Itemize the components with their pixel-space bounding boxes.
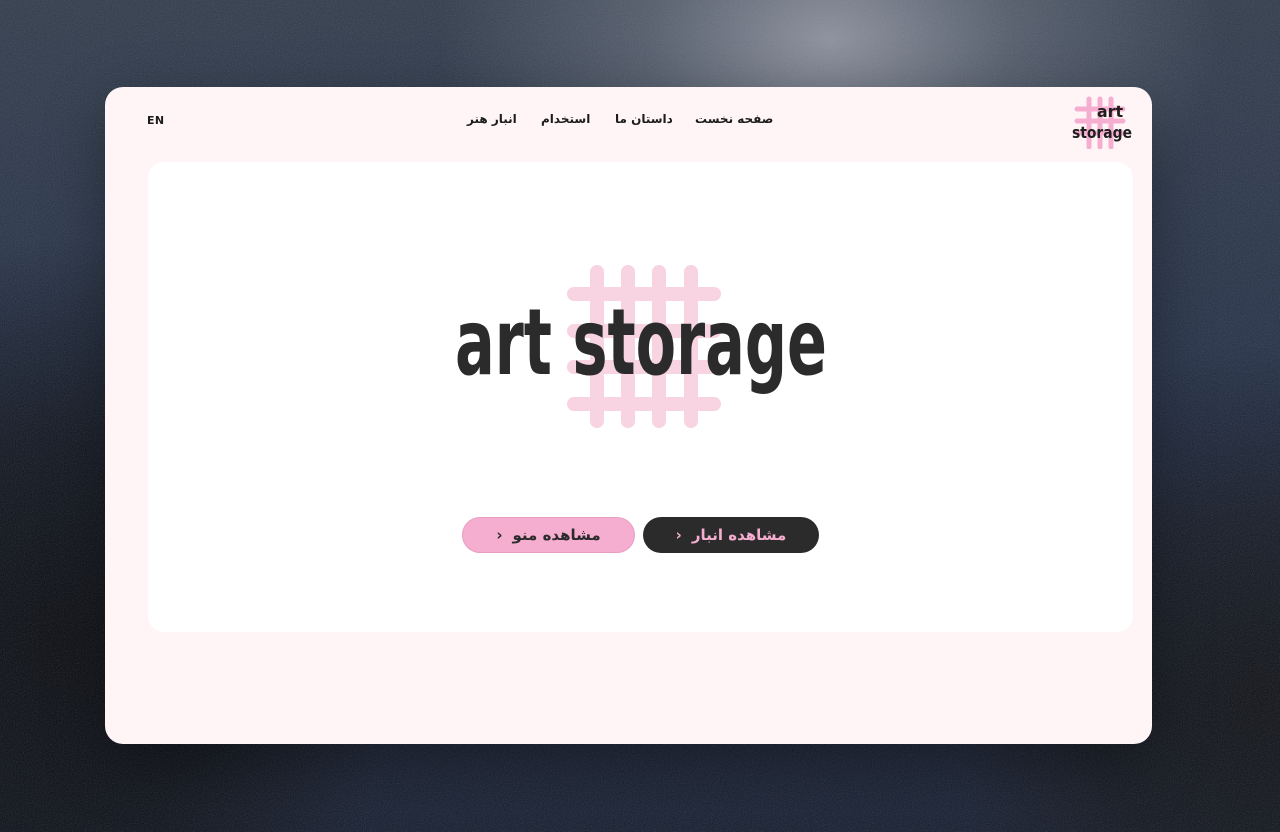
header-logo[interactable]: art storage: [1069, 95, 1135, 149]
main-nav: صفحه نخست داستان ما استخدام انبار هنر: [105, 112, 1152, 130]
view-menu-label: مشاهده منو: [512, 526, 601, 544]
chevron-left-icon: ‹: [496, 525, 503, 544]
logo-text-line1: art: [1097, 102, 1124, 121]
nav-item-careers[interactable]: استخدام: [541, 112, 590, 126]
view-storage-button[interactable]: مشاهده انبار ‹: [643, 517, 819, 553]
nav-item-home[interactable]: صفحه نخست: [695, 112, 773, 126]
hero-logo: art storage: [455, 265, 827, 428]
nav-item-art-storage[interactable]: انبار هنر: [467, 112, 517, 126]
view-storage-label: مشاهده انبار: [691, 526, 787, 544]
view-menu-button[interactable]: مشاهده منو ‹: [462, 517, 635, 553]
logo-text-line2: storage: [1072, 123, 1132, 142]
hero-card: art storage مشاهده انبار ‹ مشاهده منو ‹: [148, 162, 1133, 632]
nav-item-our-story[interactable]: داستان ما: [615, 112, 673, 126]
chevron-left-icon: ‹: [675, 525, 682, 544]
hero-logo-text: art storage: [455, 289, 827, 396]
app-window: EN صفحه نخست داستان ما استخدام انبار هنر…: [105, 87, 1152, 744]
